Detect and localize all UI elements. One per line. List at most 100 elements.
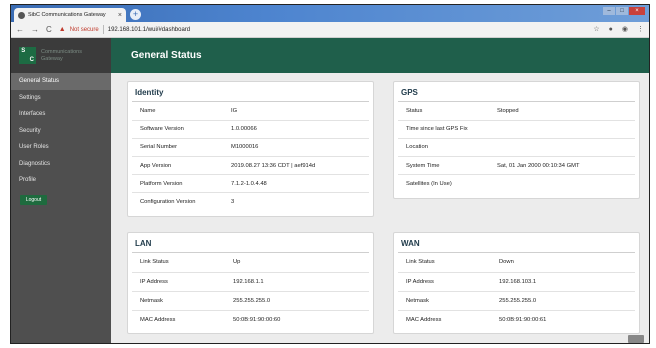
back-icon[interactable]: ←: [16, 25, 24, 34]
sidebar-item-general-status[interactable]: General Status: [11, 73, 111, 90]
row-key: IP Address: [132, 272, 231, 292]
table-row: Platform Version 7.1.2-1.0.4.48: [132, 174, 369, 194]
table-row: MAC Address 50:0B:91:90:00:61: [398, 310, 635, 329]
row-key: System Time: [398, 156, 495, 176]
logo-letter-c: C: [29, 56, 34, 63]
row-value: 50:0B:91:90:00:60: [233, 316, 281, 323]
row-key: IP Address: [398, 272, 497, 292]
row-value: 50:0B:91:90:00:61: [499, 316, 547, 323]
minimize-button[interactable]: –: [603, 7, 615, 15]
row-value: Up: [231, 253, 369, 273]
browser-window: SibC Communications Gateway × + – □ × ← …: [10, 4, 650, 344]
wan-card-title: WAN: [398, 233, 635, 253]
forward-icon[interactable]: →: [31, 25, 39, 34]
browser-tab[interactable]: SibC Communications Gateway ×: [14, 8, 126, 22]
account-icon[interactable]: ◉: [622, 26, 628, 33]
identity-card-title: Identity: [132, 82, 369, 102]
close-window-button[interactable]: ×: [629, 7, 645, 15]
lan-card: LAN Link Status Up IP Address 192.168.1.1 …: [127, 232, 374, 334]
gps-table: Status Stopped Time since last GPS Fix Lo…: [398, 102, 635, 193]
brand-line-2: Gateway: [41, 55, 63, 62]
gps-card: GPS Status Stopped Time since last GPS Fi…: [393, 81, 640, 199]
row-key: MAC Address: [140, 316, 176, 323]
close-tab-icon[interactable]: ×: [118, 12, 122, 19]
logo-letter-blank: [28, 47, 37, 56]
table-row: MAC Address 50:0B:91:90:00:60: [132, 310, 369, 329]
table-row: IP Address 192.168.103.1: [398, 272, 635, 292]
row-value: 255.255.255.0: [497, 291, 635, 311]
row-key: Name: [132, 102, 229, 121]
table-row: Status Stopped: [398, 102, 635, 121]
logo-letter-s: S: [21, 48, 26, 54]
extension-icon[interactable]: ●: [609, 26, 613, 33]
row-key: Configuration Version: [140, 199, 196, 206]
row-value: Stopped: [495, 102, 635, 121]
brand-logo-icon: S C: [19, 47, 36, 64]
tab-bar: SibC Communications Gateway × + – □ ×: [11, 5, 649, 22]
new-tab-button[interactable]: +: [130, 9, 141, 20]
sidebar-item-security[interactable]: Security: [11, 123, 111, 140]
not-secure-label[interactable]: Not secure: [70, 27, 99, 33]
page-title: General Status: [131, 50, 202, 61]
logo-letter-blank: [19, 56, 28, 65]
row-key: Link Status: [398, 253, 497, 273]
scroll-top-button[interactable]: [628, 335, 644, 343]
row-value: IG: [229, 102, 369, 121]
sidebar: S C Communications Gateway General Statu…: [11, 38, 111, 343]
sidebar-nav: General Status Settings Interfaces Secur…: [11, 73, 111, 189]
lan-table: Link Status Up IP Address 192.168.1.1 Netm…: [132, 253, 369, 329]
row-value: [495, 120, 635, 139]
logout-button[interactable]: Logout: [20, 194, 47, 205]
row-key: Satellites (In Use): [406, 181, 452, 188]
table-row: System Time Sat, 01 Jan 2000 00:10:34 GMT: [398, 156, 635, 176]
brand-line-1: Communications: [41, 48, 82, 55]
table-row: Configuration Version 3: [132, 193, 369, 211]
bookmark-star-icon[interactable]: ☆: [593, 26, 599, 33]
table-row: Link Status Up: [132, 253, 369, 273]
row-value: 192.168.103.1: [497, 272, 635, 292]
row-key: Netmask: [398, 291, 497, 311]
tab-title: SibC Communications Gateway: [28, 12, 106, 18]
row-key: Serial Number: [132, 138, 229, 158]
table-row: Time since last GPS Fix: [398, 120, 635, 139]
omnibox[interactable]: ▲ Not secure 192.168.101.1/wui/#dashboar…: [59, 24, 587, 35]
row-key: MAC Address: [406, 316, 442, 323]
window-controls: – □ ×: [603, 7, 645, 15]
maximize-button[interactable]: □: [616, 7, 628, 15]
row-key: App Version: [132, 156, 229, 176]
brand-name: Communications Gateway: [41, 49, 82, 63]
gps-card-title: GPS: [398, 82, 635, 102]
sidebar-item-diagnostics[interactable]: Diagnostics: [11, 156, 111, 173]
wan-table: Link Status Down IP Address 192.168.103.1 …: [398, 253, 635, 329]
menu-icon[interactable]: ⋮: [637, 26, 644, 33]
sidebar-item-profile[interactable]: Profile: [11, 172, 111, 189]
row-value: 192.168.1.1: [231, 272, 369, 292]
row-value: 7.1.2-1.0.4.48: [229, 174, 369, 194]
warning-icon: ▲: [58, 26, 66, 33]
row-value: 2019.08.27 13:36 CDT | aef914d: [229, 156, 369, 176]
reload-icon[interactable]: C: [46, 25, 52, 34]
sidebar-item-interfaces[interactable]: Interfaces: [11, 106, 111, 123]
url-text[interactable]: 192.168.101.1/wui/#dashboard: [108, 27, 190, 33]
row-value: Sat, 01 Jan 2000 00:10:34 GMT: [495, 156, 635, 176]
row-key: Location: [398, 138, 495, 158]
toolbar-actions: ☆ ● ◉ ⋮: [593, 26, 644, 33]
lan-card-title: LAN: [132, 233, 369, 253]
table-row: Satellites (In Use): [398, 175, 635, 193]
identity-table: Name IG Software Version 1.0.00066 Serial …: [132, 102, 369, 211]
row-value: [495, 175, 635, 193]
row-key: Status: [398, 102, 495, 121]
row-key: Software Version: [132, 120, 229, 139]
row-key: Link Status: [132, 253, 231, 273]
row-value: 1.0.00066: [229, 120, 369, 139]
table-row: IP Address 192.168.1.1: [132, 272, 369, 292]
row-value: [495, 138, 635, 158]
sidebar-item-user-roles[interactable]: User Roles: [11, 139, 111, 156]
page-header: General Status: [111, 38, 649, 73]
table-row: Name IG: [132, 102, 369, 121]
row-value: 255.255.255.0: [231, 291, 369, 311]
brand: S C Communications Gateway: [11, 38, 111, 73]
table-row: Location: [398, 138, 635, 158]
sidebar-item-settings[interactable]: Settings: [11, 90, 111, 107]
row-value: Down: [497, 253, 635, 273]
